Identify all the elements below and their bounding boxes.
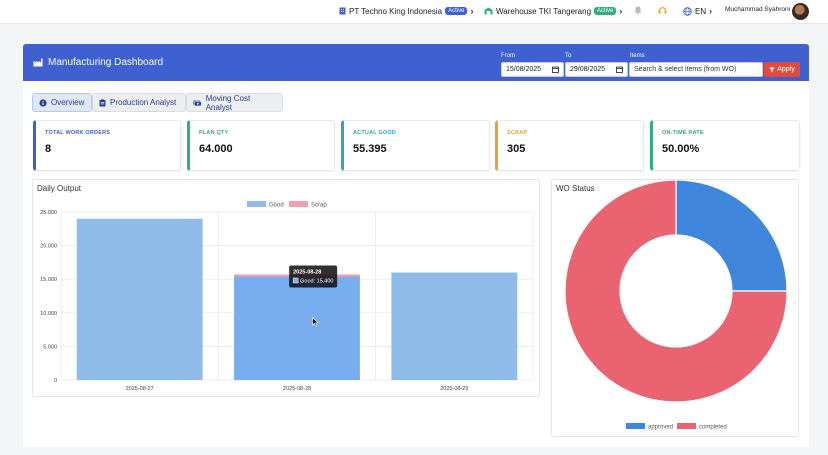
x-tick-label: 2025-08-29 <box>440 386 468 392</box>
legend-label: Good <box>269 203 284 209</box>
notifications-button[interactable] <box>634 6 642 15</box>
kpi-label: TOTAL WORK ORDERS <box>45 130 111 136</box>
legend-swatch <box>247 201 266 207</box>
top-navbar: PT Techno King Indonesia Active › Wareho… <box>0 0 828 24</box>
globe-icon <box>683 6 692 16</box>
kpi-label: ON-TIME RATE <box>662 130 704 136</box>
chart-tooltip: 2025-08-28 Good: 15.400 <box>289 265 338 288</box>
money-icon <box>193 100 202 106</box>
to-date-value: 29/08/2025 <box>570 66 606 73</box>
support-button[interactable] <box>658 6 667 15</box>
bar-good <box>234 276 360 380</box>
company-selector[interactable]: PT Techno King Indonesia Active › <box>339 6 473 16</box>
kpi-scrap: SCRAP 305 <box>495 120 644 171</box>
daily-output-card: Daily Output Good Scrap 0 5.000 10.000 15.000… <box>32 179 540 397</box>
bar-good <box>76 218 203 380</box>
legend-swatch <box>677 423 696 429</box>
to-date-input[interactable]: 29/08/2025 <box>565 62 628 77</box>
items-label: Items <box>630 53 645 59</box>
chevron-right-icon: › <box>470 6 474 16</box>
screen: PT Techno King Indonesia Active › Wareho… <box>0 0 828 455</box>
items-placeholder: Search & select items (from WO) <box>634 66 737 73</box>
bell-icon <box>634 6 642 15</box>
kpi-plan-qty: PLAN QTY 64.000 <box>187 120 335 171</box>
x-tick-label: 2025-08-28 <box>283 386 311 392</box>
y-tick-label: 10.000 <box>40 311 57 317</box>
filter-icon <box>769 67 775 72</box>
page-title: Manufacturing Dashboard <box>33 57 163 68</box>
page-title-text: Manufacturing Dashboard <box>48 57 164 68</box>
company-status-badge: Active <box>445 7 468 15</box>
warehouse-icon <box>484 7 493 15</box>
wo-status-card: WO Status approved completed <box>551 179 799 437</box>
y-tick-label: 5.000 <box>43 344 57 350</box>
kpi-value: 64.000 <box>199 143 233 155</box>
avatar[interactable] <box>792 3 809 20</box>
kpi-value: 305 <box>507 143 526 155</box>
tooltip-title: 2025-08-28 <box>293 269 321 275</box>
kpi-actual-good: ACTUAL GOOD 55.395 <box>341 120 490 171</box>
apply-label: Apply <box>777 66 795 73</box>
clipboard-icon <box>99 98 106 106</box>
y-tick-label: 25.000 <box>40 210 57 216</box>
calendar-icon <box>552 66 559 73</box>
kpi-label: PLAN QTY <box>199 130 229 136</box>
bar-good <box>391 272 518 380</box>
chevron-right-icon: › <box>709 6 713 16</box>
legend-swatch <box>626 423 645 429</box>
wo-status-chart: approved completed <box>564 180 788 431</box>
to-label: To <box>565 53 572 59</box>
tooltip-text: Good: 15.400 <box>300 278 333 284</box>
kpi-label: ACTUAL GOOD <box>353 130 397 136</box>
from-date-value: 15/08/2025 <box>506 66 542 73</box>
tab-moving-cost-analyst-label: Moving Cost Analyst <box>205 93 251 112</box>
kpi-on-time-rate: ON-TIME RATE 50.00% <box>650 120 800 171</box>
tab-overview-label: Overview <box>51 98 85 107</box>
info-icon <box>39 98 47 107</box>
kpi-label: SCRAP <box>507 130 528 136</box>
y-tick-label: 20.000 <box>40 244 57 250</box>
tab-moving-cost-analyst[interactable]: Moving Cost Analyst <box>186 93 283 112</box>
mouse-cursor-icon <box>312 317 319 327</box>
legend-label: completed <box>699 425 727 431</box>
language-code: EN <box>695 6 707 16</box>
tooltip-swatch <box>292 277 299 284</box>
legend-swatch <box>289 201 308 207</box>
kpi-total-work-orders: TOTAL WORK ORDERS 8 <box>33 120 181 171</box>
kpi-value: 50.00% <box>662 143 700 155</box>
kpi-value: 55.395 <box>353 143 387 155</box>
tab-overview[interactable]: Overview <box>32 93 92 112</box>
kpi-value: 8 <box>45 143 52 155</box>
tab-production-analyst[interactable]: Production Analyst <box>92 93 186 112</box>
warehouse-status-badge: Active <box>594 7 617 15</box>
company-name: PT Techno King Indonesia <box>349 6 443 16</box>
calendar-icon <box>616 66 623 73</box>
donut-slice-approved <box>675 180 788 292</box>
user-name: Muchammad Syahroni <box>725 6 791 13</box>
legend-label: approved <box>648 425 673 431</box>
y-tick-label: 0 <box>54 378 57 384</box>
building-icon <box>339 7 346 15</box>
legend-label: Scrap <box>311 203 327 209</box>
x-tick-label: 2025-08-27 <box>126 386 154 392</box>
user-menu[interactable]: Muchammad Syahroni <box>725 6 790 13</box>
factory-icon <box>33 58 43 67</box>
daily-output-chart: Good Scrap 0 5.000 10.000 15.000 20.000 25.000 2… <box>40 201 534 392</box>
warehouse-selector[interactable]: Warehouse TKI Tangerang Active › <box>484 6 622 16</box>
apply-button[interactable]: Apply <box>764 62 800 77</box>
from-label: From <box>501 53 515 59</box>
y-tick-label: 15.000 <box>40 277 57 283</box>
from-date-input[interactable]: 15/08/2025 <box>501 62 564 77</box>
tab-production-analyst-label: Production Analyst <box>110 98 177 107</box>
chevron-right-icon: › <box>619 6 623 16</box>
warehouse-name: Warehouse TKI Tangerang <box>496 6 592 16</box>
items-search-input[interactable]: Search & select items (from WO) <box>629 62 763 77</box>
headset-icon <box>658 7 667 14</box>
language-selector[interactable]: EN › <box>683 6 712 16</box>
